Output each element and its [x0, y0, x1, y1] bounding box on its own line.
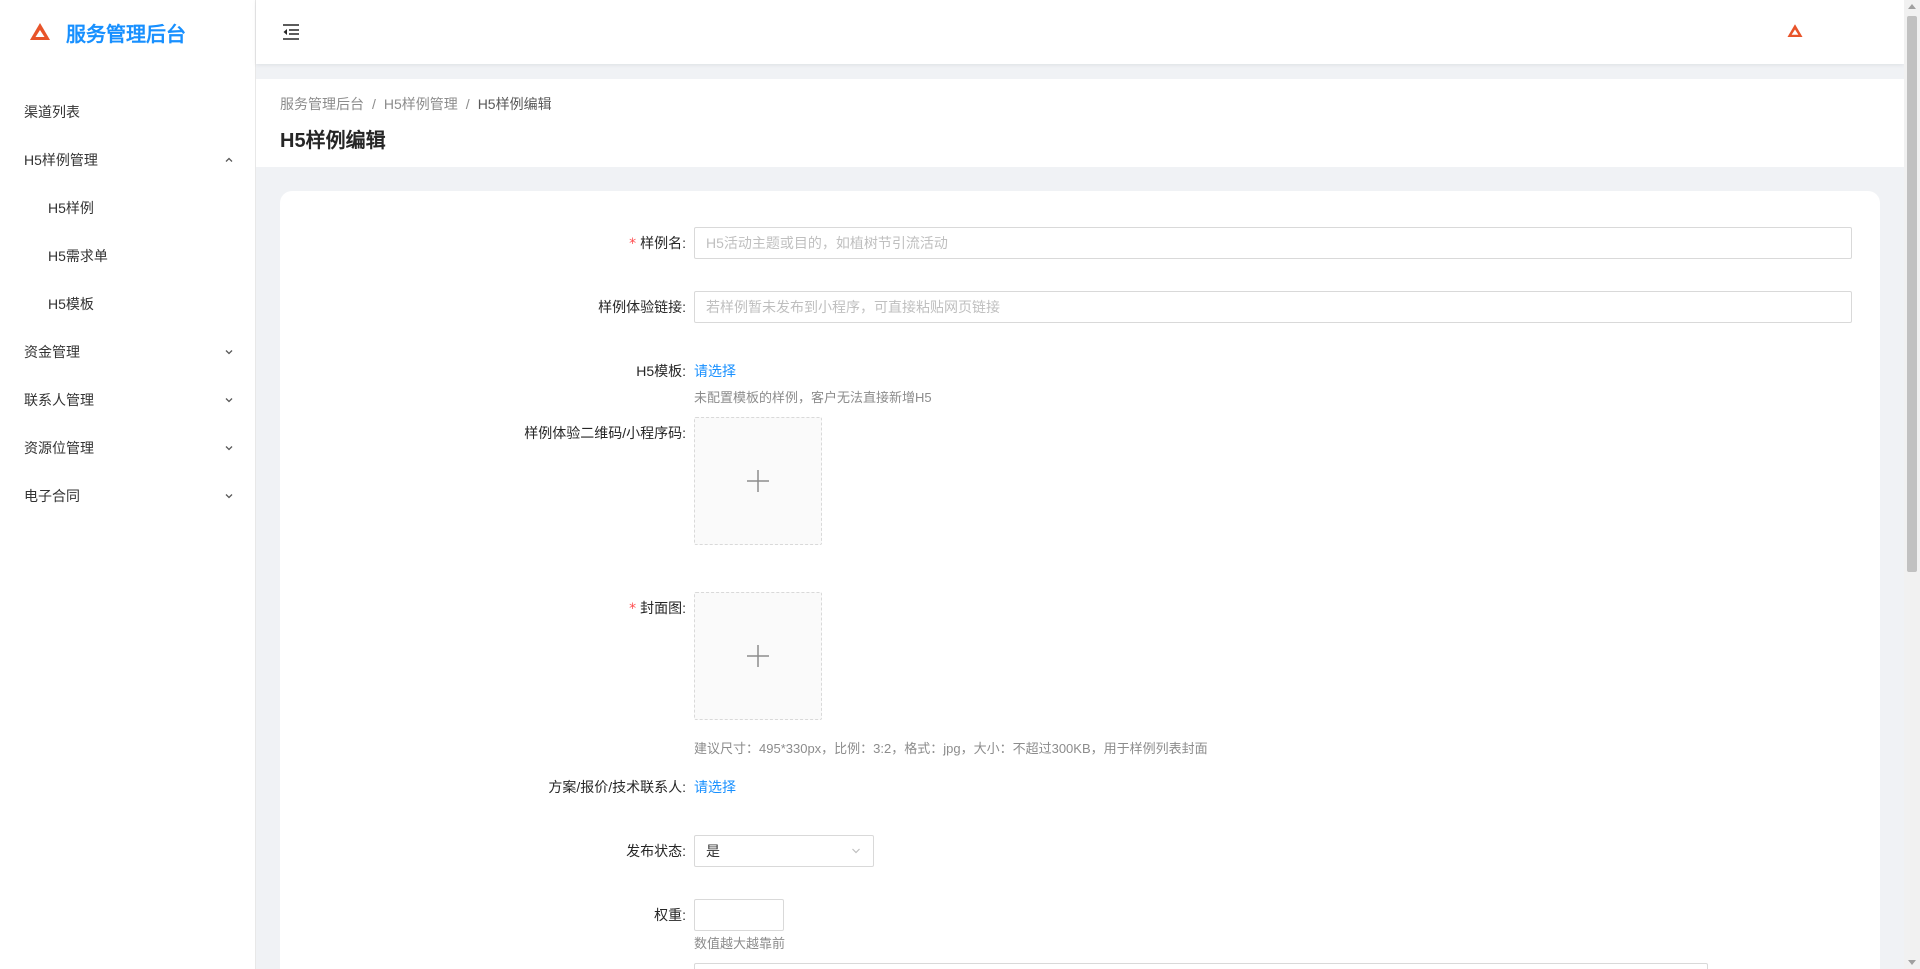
required-mark: * [629, 236, 637, 252]
breadcrumb-item-home[interactable]: 服务管理后台 [280, 94, 364, 114]
qrcode-upload[interactable] [694, 417, 822, 545]
name-label-text: 样例名: [640, 235, 686, 251]
sidebar-item-h5-sample[interactable]: H5样例 [0, 184, 255, 232]
plus-icon [747, 645, 769, 667]
weight-label: 权重: [654, 907, 686, 923]
cover-hint: 建议尺寸：495*330px，比例：3:2，格式：jpg，大小：不超过300KB… [694, 741, 1208, 756]
cover-upload[interactable] [694, 592, 822, 720]
contact-label: 方案/报价/技术联系人: [548, 779, 686, 795]
breadcrumb-separator: / [372, 96, 376, 112]
sidebar-item-e-contract[interactable]: 电子合同 [0, 472, 255, 520]
page-header: 服务管理后台 / H5样例管理 / H5样例编辑 H5样例编辑 [256, 79, 1904, 167]
cover-label-text: 封面图: [640, 600, 686, 616]
sidebar-menu: 渠道列表 H5样例管理 H5样例 H5需求单 H5模板 资金管理 联系人管理 资… [0, 88, 255, 520]
publish-label: 发布状态: [626, 843, 686, 859]
chevron-down-icon [225, 446, 233, 451]
sidebar-item-resource-management[interactable]: 资源位管理 [0, 424, 255, 472]
sidebar: 服务管理后台 渠道列表 H5样例管理 H5样例 H5需求单 H5模板 资金管理 … [0, 0, 256, 969]
top-header [256, 0, 1904, 64]
template-select-link[interactable]: 请选择 [694, 355, 736, 387]
publish-status-select[interactable]: 是 [694, 835, 874, 867]
required-mark: * [629, 601, 637, 617]
sidebar-item-h5-requirement[interactable]: H5需求单 [0, 232, 255, 280]
page-title: H5样例编辑 [280, 130, 386, 152]
sidebar-item-label: 渠道列表 [24, 104, 80, 120]
form-row-template: H5模板: 请选择 未配置模板的样例，客户无法直接新增H5 [280, 355, 1880, 409]
sidebar-item-label: 联系人管理 [24, 392, 94, 408]
sidebar-item-label: H5模板 [48, 296, 94, 312]
form-row-name: * 样例名: [280, 227, 1880, 260]
sample-name-input[interactable] [694, 227, 1852, 259]
breadcrumb: 服务管理后台 / H5样例管理 / H5样例编辑 [280, 93, 1880, 115]
sidebar-item-label: H5需求单 [48, 248, 108, 264]
sidebar-item-label: H5样例 [48, 200, 94, 216]
app-logo[interactable]: 服务管理后台 [0, 0, 255, 64]
sidebar-item-label: H5样例管理 [24, 152, 98, 168]
form-row-cover: * 封面图: 建议尺寸：495*330px，比例：3:2，格式：jpg，大小：不超… [280, 592, 1880, 760]
weight-hint: 数值越大越靠前 [694, 936, 786, 951]
template-hint: 未配置模板的样例，客户无法直接新增H5 [694, 390, 932, 405]
publish-status-value: 是 [706, 843, 720, 859]
app-title: 服务管理后台 [66, 23, 186, 46]
sidebar-item-h5-sample-management[interactable]: H5样例管理 [0, 136, 255, 184]
weight-input[interactable] [694, 899, 784, 931]
logo-icon [30, 23, 50, 40]
name-label: * 样例名: [280, 227, 694, 260]
sidebar-item-fund-management[interactable]: 资金管理 [0, 328, 255, 376]
sidebar-item-label: 资源位管理 [24, 440, 94, 456]
qrcode-label: 样例体验二维码/小程序码: [524, 425, 686, 441]
menu-fold-icon[interactable] [280, 21, 302, 43]
form-row-contact: 方案/报价/技术联系人: 请选择 [280, 771, 1880, 803]
sidebar-item-label: 资金管理 [24, 344, 80, 360]
chevron-up-icon [225, 157, 233, 162]
breadcrumb-separator: / [465, 96, 470, 112]
sidebar-item-label: 电子合同 [24, 488, 80, 504]
breadcrumb-item-current: H5样例编辑 [477, 96, 552, 112]
form-row-qrcode: 样例体验二维码/小程序码: [280, 417, 1880, 545]
form-row-next [280, 963, 1880, 969]
chevron-down-icon [225, 350, 233, 355]
breadcrumb-item-sample-management[interactable]: H5样例管理 [384, 94, 458, 114]
next-field-box[interactable] [694, 963, 1708, 969]
sidebar-item-contact-management[interactable]: 联系人管理 [0, 376, 255, 424]
template-label: H5模板: [636, 363, 686, 379]
chevron-down-icon [225, 398, 233, 403]
scroll-up-arrow-icon[interactable] [1908, 4, 1916, 9]
sidebar-item-h5-template[interactable]: H5模板 [0, 280, 255, 328]
form-row-weight: 权重: 数值越大越靠前 [280, 899, 1880, 955]
cover-label: * 封面图: [280, 592, 694, 760]
experience-link-label: 样例体验链接: [598, 299, 686, 315]
scroll-thumb[interactable] [1907, 16, 1917, 572]
sidebar-item-channel-list[interactable]: 渠道列表 [0, 88, 255, 136]
contact-select-link[interactable]: 请选择 [694, 771, 736, 803]
form-row-experience-link: 样例体验链接: [280, 291, 1880, 323]
experience-link-input[interactable] [694, 291, 1852, 323]
form-row-publish: 发布状态: 是 [280, 835, 1880, 867]
plus-icon [747, 470, 769, 492]
user-logo-icon[interactable] [1786, 22, 1804, 40]
scroll-down-arrow-icon[interactable] [1908, 960, 1916, 965]
form-card: *样例名: 样例体验链接: H5模板: 请选择 未配置模板的样例，客户无法直接新… [280, 191, 1880, 969]
page-scrollbar[interactable] [1904, 0, 1920, 969]
chevron-down-icon [852, 848, 860, 854]
chevron-down-icon [225, 494, 233, 499]
